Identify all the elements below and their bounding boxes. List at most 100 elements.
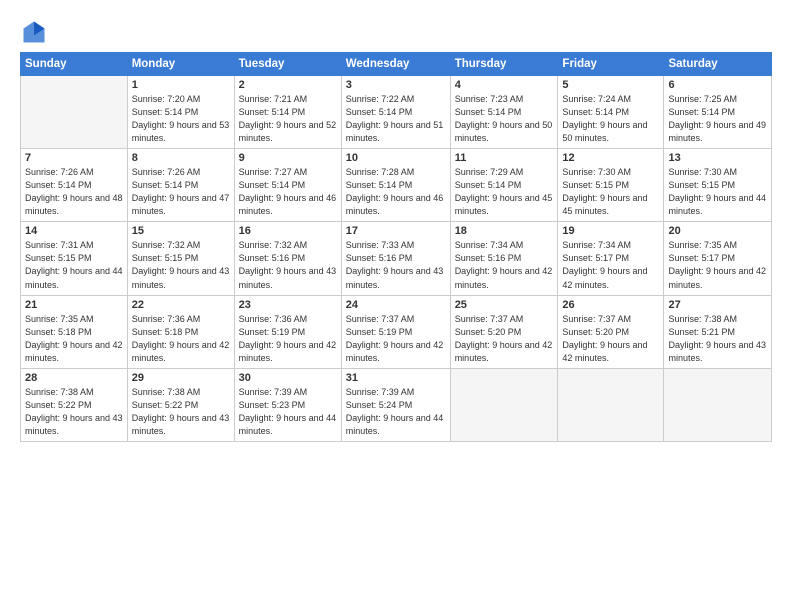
calendar-cell: 28 Sunrise: 7:38 AM Sunset: 5:22 PM Dayl…: [21, 368, 128, 441]
calendar-cell: [664, 368, 772, 441]
sunset-text: Sunset: 5:18 PM: [25, 327, 92, 337]
day-info: Sunrise: 7:28 AM Sunset: 5:14 PM Dayligh…: [346, 166, 446, 218]
calendar-week-row: 21 Sunrise: 7:35 AM Sunset: 5:18 PM Dayl…: [21, 295, 772, 368]
day-number: 27: [668, 299, 767, 311]
sunrise-text: Sunrise: 7:26 AM: [132, 167, 201, 177]
calendar-cell: 27 Sunrise: 7:38 AM Sunset: 5:21 PM Dayl…: [664, 295, 772, 368]
day-info: Sunrise: 7:33 AM Sunset: 5:16 PM Dayligh…: [346, 239, 446, 291]
sunrise-text: Sunrise: 7:33 AM: [346, 240, 415, 250]
sunset-text: Sunset: 5:22 PM: [132, 400, 199, 410]
sunrise-text: Sunrise: 7:30 AM: [668, 167, 737, 177]
sunrise-text: Sunrise: 7:24 AM: [562, 94, 631, 104]
calendar-cell: 7 Sunrise: 7:26 AM Sunset: 5:14 PM Dayli…: [21, 149, 128, 222]
day-info: Sunrise: 7:30 AM Sunset: 5:15 PM Dayligh…: [668, 166, 767, 218]
daylight-text: Daylight: 9 hours and 49 minutes.: [668, 120, 766, 143]
day-info: Sunrise: 7:39 AM Sunset: 5:24 PM Dayligh…: [346, 386, 446, 438]
calendar-cell: 20 Sunrise: 7:35 AM Sunset: 5:17 PM Dayl…: [664, 222, 772, 295]
sunset-text: Sunset: 5:14 PM: [239, 180, 306, 190]
sunrise-text: Sunrise: 7:39 AM: [346, 387, 415, 397]
daylight-text: Daylight: 9 hours and 42 minutes.: [455, 266, 553, 289]
sunset-text: Sunset: 5:14 PM: [455, 180, 522, 190]
day-info: Sunrise: 7:25 AM Sunset: 5:14 PM Dayligh…: [668, 93, 767, 145]
daylight-text: Daylight: 9 hours and 47 minutes.: [132, 193, 230, 216]
weekday-header: Wednesday: [341, 53, 450, 76]
sunset-text: Sunset: 5:16 PM: [455, 253, 522, 263]
header: [20, 18, 772, 46]
sunset-text: Sunset: 5:18 PM: [132, 327, 199, 337]
calendar-week-row: 28 Sunrise: 7:38 AM Sunset: 5:22 PM Dayl…: [21, 368, 772, 441]
sunset-text: Sunset: 5:23 PM: [239, 400, 306, 410]
calendar-cell: 17 Sunrise: 7:33 AM Sunset: 5:16 PM Dayl…: [341, 222, 450, 295]
calendar-cell: 18 Sunrise: 7:34 AM Sunset: 5:16 PM Dayl…: [450, 222, 558, 295]
day-info: Sunrise: 7:35 AM Sunset: 5:18 PM Dayligh…: [25, 313, 123, 365]
day-number: 16: [239, 225, 337, 237]
sunrise-text: Sunrise: 7:37 AM: [346, 314, 415, 324]
calendar-cell: 10 Sunrise: 7:28 AM Sunset: 5:14 PM Dayl…: [341, 149, 450, 222]
day-info: Sunrise: 7:38 AM Sunset: 5:22 PM Dayligh…: [25, 386, 123, 438]
daylight-text: Daylight: 9 hours and 43 minutes.: [668, 340, 766, 363]
day-number: 29: [132, 372, 230, 384]
daylight-text: Daylight: 9 hours and 44 minutes.: [668, 193, 766, 216]
day-number: 24: [346, 299, 446, 311]
daylight-text: Daylight: 9 hours and 42 minutes.: [562, 266, 647, 289]
day-number: 14: [25, 225, 123, 237]
day-info: Sunrise: 7:38 AM Sunset: 5:22 PM Dayligh…: [132, 386, 230, 438]
daylight-text: Daylight: 9 hours and 46 minutes.: [239, 193, 337, 216]
day-number: 19: [562, 225, 659, 237]
day-info: Sunrise: 7:36 AM Sunset: 5:19 PM Dayligh…: [239, 313, 337, 365]
sunset-text: Sunset: 5:19 PM: [239, 327, 306, 337]
calendar-header: SundayMondayTuesdayWednesdayThursdayFrid…: [21, 53, 772, 76]
sunrise-text: Sunrise: 7:37 AM: [562, 314, 631, 324]
page: SundayMondayTuesdayWednesdayThursdayFrid…: [0, 0, 792, 612]
calendar-cell: 1 Sunrise: 7:20 AM Sunset: 5:14 PM Dayli…: [127, 76, 234, 149]
sunrise-text: Sunrise: 7:20 AM: [132, 94, 201, 104]
calendar-cell: 16 Sunrise: 7:32 AM Sunset: 5:16 PM Dayl…: [234, 222, 341, 295]
sunset-text: Sunset: 5:14 PM: [346, 107, 413, 117]
sunset-text: Sunset: 5:14 PM: [562, 107, 629, 117]
calendar-cell: 21 Sunrise: 7:35 AM Sunset: 5:18 PM Dayl…: [21, 295, 128, 368]
sunrise-text: Sunrise: 7:35 AM: [668, 240, 737, 250]
sunrise-text: Sunrise: 7:25 AM: [668, 94, 737, 104]
day-number: 10: [346, 152, 446, 164]
sunset-text: Sunset: 5:14 PM: [455, 107, 522, 117]
daylight-text: Daylight: 9 hours and 45 minutes.: [562, 193, 647, 216]
sunset-text: Sunset: 5:14 PM: [132, 107, 199, 117]
day-info: Sunrise: 7:32 AM Sunset: 5:15 PM Dayligh…: [132, 239, 230, 291]
sunset-text: Sunset: 5:19 PM: [346, 327, 413, 337]
day-number: 6: [668, 79, 767, 91]
day-number: 26: [562, 299, 659, 311]
daylight-text: Daylight: 9 hours and 44 minutes.: [346, 413, 444, 436]
day-info: Sunrise: 7:38 AM Sunset: 5:21 PM Dayligh…: [668, 313, 767, 365]
calendar-cell: 14 Sunrise: 7:31 AM Sunset: 5:15 PM Dayl…: [21, 222, 128, 295]
calendar-cell: 11 Sunrise: 7:29 AM Sunset: 5:14 PM Dayl…: [450, 149, 558, 222]
sunrise-text: Sunrise: 7:39 AM: [239, 387, 308, 397]
day-info: Sunrise: 7:20 AM Sunset: 5:14 PM Dayligh…: [132, 93, 230, 145]
daylight-text: Daylight: 9 hours and 42 minutes.: [132, 340, 230, 363]
calendar-cell: 31 Sunrise: 7:39 AM Sunset: 5:24 PM Dayl…: [341, 368, 450, 441]
daylight-text: Daylight: 9 hours and 42 minutes.: [562, 340, 647, 363]
calendar-table: SundayMondayTuesdayWednesdayThursdayFrid…: [20, 52, 772, 442]
daylight-text: Daylight: 9 hours and 42 minutes.: [25, 340, 123, 363]
sunrise-text: Sunrise: 7:32 AM: [132, 240, 201, 250]
day-number: 31: [346, 372, 446, 384]
day-number: 1: [132, 79, 230, 91]
sunrise-text: Sunrise: 7:35 AM: [25, 314, 94, 324]
sunset-text: Sunset: 5:22 PM: [25, 400, 92, 410]
calendar-cell: [21, 76, 128, 149]
daylight-text: Daylight: 9 hours and 46 minutes.: [346, 193, 444, 216]
logo-icon: [20, 18, 48, 46]
weekday-header: Friday: [558, 53, 664, 76]
daylight-text: Daylight: 9 hours and 42 minutes.: [239, 340, 337, 363]
calendar-cell: 6 Sunrise: 7:25 AM Sunset: 5:14 PM Dayli…: [664, 76, 772, 149]
calendar-cell: 24 Sunrise: 7:37 AM Sunset: 5:19 PM Dayl…: [341, 295, 450, 368]
sunrise-text: Sunrise: 7:38 AM: [668, 314, 737, 324]
sunset-text: Sunset: 5:15 PM: [25, 253, 92, 263]
weekday-header: Monday: [127, 53, 234, 76]
day-info: Sunrise: 7:23 AM Sunset: 5:14 PM Dayligh…: [455, 93, 554, 145]
sunset-text: Sunset: 5:20 PM: [455, 327, 522, 337]
calendar-cell: 29 Sunrise: 7:38 AM Sunset: 5:22 PM Dayl…: [127, 368, 234, 441]
day-number: 23: [239, 299, 337, 311]
day-number: 8: [132, 152, 230, 164]
day-number: 11: [455, 152, 554, 164]
sunrise-text: Sunrise: 7:27 AM: [239, 167, 308, 177]
